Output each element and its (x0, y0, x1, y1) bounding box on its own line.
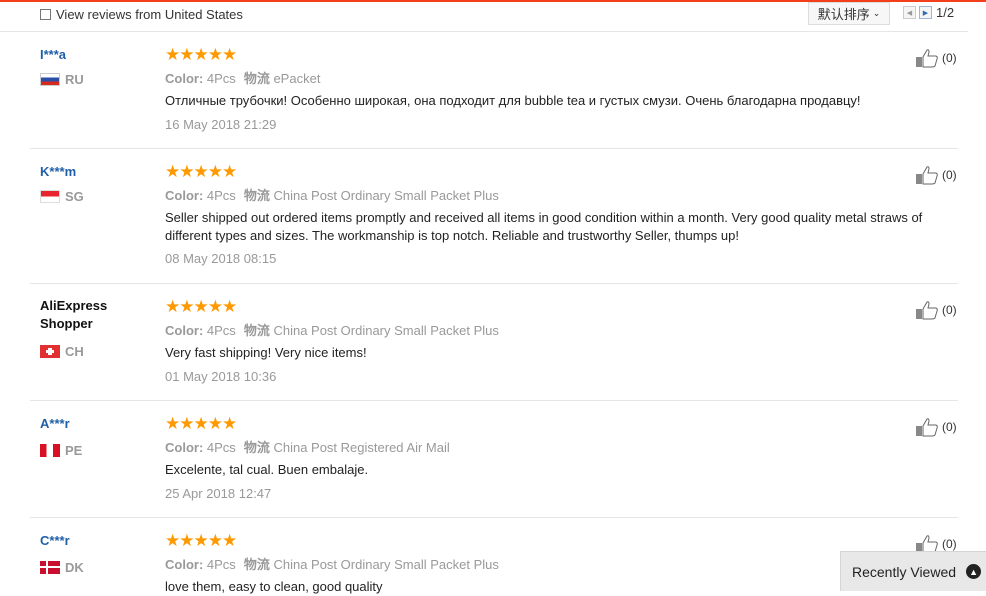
color-label: Color: (165, 188, 204, 203)
color-label: Color: (165, 71, 204, 86)
reviews-toolbar: View reviews from United States 默认排序 ⌄ ◀… (0, 2, 968, 32)
shipping-label: 物流 (243, 71, 270, 86)
shipping-value: China Post Ordinary Small Packet Plus (273, 188, 499, 203)
shipping-label: 物流 (243, 440, 270, 455)
review-meta: Color: 4Pcs 物流 China Post Ordinary Small … (165, 554, 499, 573)
review-item: C***r DK ★★★★★ Color: 4Pcs 物流 China Post … (30, 518, 958, 594)
review-text: Excelente, tal cual. Buen embalaje. (165, 462, 369, 477)
color-label: Color: (165, 557, 204, 572)
review-date: 25 Apr 2018 12:47 (165, 486, 272, 501)
helpful-count: (0) (942, 537, 957, 551)
color-value: 4Pcs (206, 440, 236, 455)
color-value: 4Pcs (206, 71, 236, 86)
review-text: Seller shipped out ordered items promptl… (165, 210, 923, 243)
filter-checkbox[interactable] (40, 9, 51, 20)
helpful-count: (0) (942, 420, 957, 434)
helpful-button[interactable]: (0) (915, 165, 957, 185)
filter-label: View reviews from United States (56, 7, 243, 22)
review-date: 08 May 2018 08:15 (165, 251, 277, 266)
review-meta: Color: 4Pcs 物流 China Post Ordinary Small … (165, 320, 499, 339)
review-text: love them, easy to clean, good quality (165, 579, 383, 594)
peru-flag-icon (40, 444, 60, 457)
country-code: PE (65, 443, 83, 458)
shipping-label: 物流 (243, 557, 270, 572)
country-code: CH (65, 344, 84, 359)
star-rating: ★★★★★ (165, 45, 237, 64)
country-code: DK (65, 560, 84, 575)
color-label: Color: (165, 323, 204, 338)
next-page-icon[interactable]: ▶ (919, 6, 932, 19)
helpful-count: (0) (942, 303, 957, 317)
review-item: K***m SG ★★★★★ Color: 4Pcs 物流 China Post … (30, 149, 958, 284)
review-text: Very fast shipping! Very nice items! (165, 345, 367, 360)
helpful-button[interactable]: (0) (915, 300, 957, 320)
shipping-label: 物流 (243, 323, 270, 338)
chevron-up-icon: ▲ (966, 564, 982, 579)
thumbs-up-icon (916, 166, 938, 185)
russia-flag-icon (40, 73, 60, 86)
reviewer-name[interactable]: K***m (40, 163, 150, 181)
reviewer-name[interactable]: I***a (40, 46, 150, 64)
color-label: Color: (165, 440, 204, 455)
review-date: 01 May 2018 10:36 (165, 369, 277, 384)
denmark-flag-icon (40, 561, 60, 574)
reviewer-country: CH (40, 344, 84, 359)
country-code: SG (65, 189, 84, 204)
reviewer-country: SG (40, 189, 84, 204)
star-rating: ★★★★★ (165, 297, 237, 316)
reviewer-country: RU (40, 72, 84, 87)
shipping-label: 物流 (243, 188, 270, 203)
star-rating: ★★★★★ (165, 531, 237, 550)
country-filter[interactable]: View reviews from United States (40, 7, 243, 22)
sort-label: 默认排序 (817, 7, 870, 22)
reviewer-name[interactable]: C***r (40, 532, 150, 550)
review-meta: Color: 4Pcs 物流 ePacket (165, 68, 320, 87)
review-item: AliExpress Shopper CH ★★★★★ Color: 4Pcs 物… (30, 284, 958, 401)
thumbs-up-icon (916, 301, 938, 320)
color-value: 4Pcs (206, 323, 236, 338)
star-rating: ★★★★★ (165, 162, 237, 181)
shipping-value: ePacket (273, 71, 321, 86)
country-code: RU (65, 72, 84, 87)
review-item: A***r PE ★★★★★ Color: 4Pcs 物流 China Post … (30, 401, 958, 518)
reviewer-country: PE (40, 443, 82, 458)
helpful-count: (0) (942, 168, 957, 182)
shipping-value: China Post Ordinary Small Packet Plus (273, 557, 499, 572)
color-value: 4Pcs (206, 188, 236, 203)
recently-viewed-label: Recently Viewed (852, 563, 957, 580)
review-meta: Color: 4Pcs 物流 China Post Registered Air … (165, 437, 450, 456)
review-item: I***a RU ★★★★★ Color: 4Pcs 物流 ePacket Отл… (30, 32, 958, 149)
helpful-button[interactable]: (0) (915, 48, 957, 68)
helpful-button[interactable]: (0) (915, 417, 957, 437)
thumbs-up-icon (916, 418, 938, 437)
reviewer-country: DK (40, 560, 84, 575)
recently-viewed-button[interactable]: Recently Viewed ▲ (840, 551, 986, 591)
singapore-flag-icon (40, 190, 60, 203)
color-value: 4Pcs (206, 557, 236, 572)
switzerland-flag-icon (40, 345, 60, 358)
reviewer-name: AliExpress Shopper (40, 298, 108, 331)
pagination: ◀ ▶ 1/2 (903, 5, 954, 20)
helpful-count: (0) (942, 51, 957, 65)
review-text: Отличные трубочки! Особенно широкая, она… (165, 93, 861, 108)
review-meta: Color: 4Pcs 物流 China Post Ordinary Small … (165, 185, 499, 204)
thumbs-up-icon (916, 49, 938, 68)
sort-dropdown[interactable]: 默认排序 ⌄ (808, 2, 890, 25)
shipping-value: China Post Registered Air Mail (273, 440, 450, 455)
chevron-down-icon: ⌄ (872, 8, 881, 18)
prev-page-icon[interactable]: ◀ (903, 6, 916, 19)
page-indicator: 1/2 (936, 5, 955, 20)
review-date: 16 May 2018 21:29 (165, 117, 277, 132)
shipping-value: China Post Ordinary Small Packet Plus (273, 323, 499, 338)
reviewer-name[interactable]: A***r (40, 415, 150, 433)
star-rating: ★★★★★ (165, 414, 237, 433)
